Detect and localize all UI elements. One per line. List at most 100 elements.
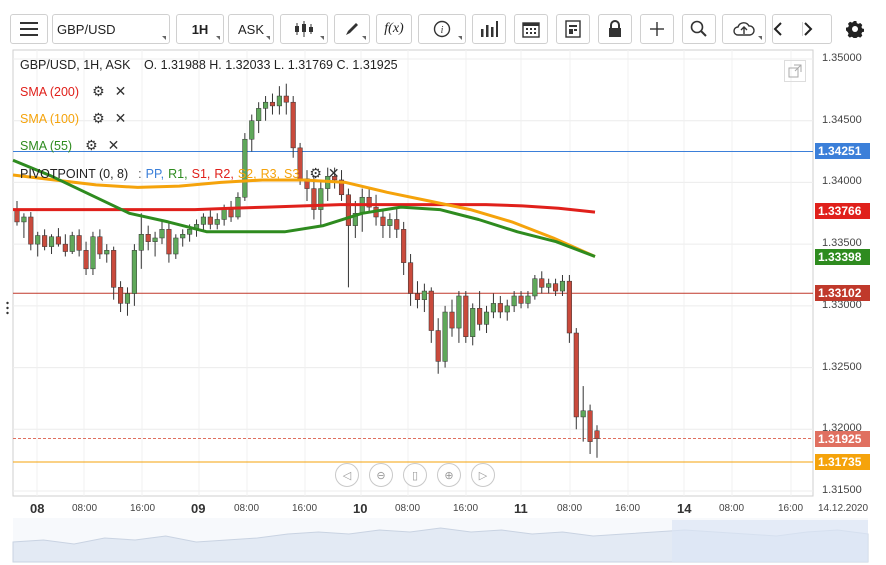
- dropdown-arrow-icon: [162, 36, 166, 40]
- cloud-button[interactable]: [722, 14, 766, 44]
- indicators-button[interactable]: f(x): [376, 14, 412, 44]
- candle-body: [111, 250, 117, 288]
- time-tick-label: 16:00: [615, 503, 641, 514]
- candle-body: [131, 250, 137, 294]
- dropdown-arrow-icon: [362, 36, 366, 40]
- crosshair-icon: [650, 22, 664, 36]
- candlestick-icon: [295, 21, 313, 37]
- calendar-button[interactable]: [514, 14, 548, 44]
- close-icon[interactable]: ✕: [328, 165, 340, 182]
- candle-body: [539, 278, 545, 288]
- day-label: 08: [30, 501, 45, 516]
- draw-tool-button[interactable]: [334, 14, 370, 44]
- candle-body: [290, 101, 296, 149]
- reset-view-button[interactable]: ▯: [403, 463, 427, 487]
- navigator-window[interactable]: [672, 520, 868, 562]
- candle-body: [21, 216, 27, 223]
- candle-body: [483, 311, 490, 325]
- candle-body: [269, 101, 276, 107]
- candle-body: [118, 287, 124, 304]
- menu-button[interactable]: [10, 14, 48, 44]
- day-label: 09: [191, 501, 206, 516]
- indicator-row-sma100[interactable]: SMA (100) ⚙ ✕: [20, 110, 126, 127]
- chart-type-button[interactable]: [280, 14, 328, 44]
- zoom-out-button[interactable]: ⊖: [369, 463, 393, 487]
- candle-body: [124, 293, 131, 304]
- hamburger-icon: [20, 22, 38, 36]
- price-tick-label: 1.34000: [822, 175, 862, 188]
- scroll-right-button[interactable]: [803, 22, 832, 36]
- price-tick-label: 1.34500: [822, 113, 862, 126]
- indicator-row-pivot[interactable]: PIVOTPOINT (0, 8) : PP, R1, S1, R2, S2, …: [20, 165, 340, 182]
- gear-icon[interactable]: ⚙: [92, 83, 105, 100]
- chevron-right-icon: [803, 22, 812, 36]
- candle-body: [511, 295, 517, 307]
- chevron-left-icon: [773, 22, 782, 36]
- candle-body: [256, 108, 262, 121]
- candle-body: [566, 280, 572, 334]
- candle-body: [587, 410, 593, 442]
- function-icon: f(x): [384, 21, 404, 36]
- candle-body: [559, 280, 566, 292]
- triangle-left-icon: ◁: [342, 469, 352, 482]
- gear-icon[interactable]: ⚙: [85, 137, 98, 154]
- volume-button[interactable]: [472, 14, 506, 44]
- time-tick-label: 08:00: [395, 503, 421, 514]
- crosshair-button[interactable]: [640, 14, 674, 44]
- candle-body: [76, 235, 82, 251]
- candle-body: [90, 236, 96, 270]
- candle-body: [580, 410, 586, 418]
- info-button[interactable]: i: [418, 14, 466, 44]
- price-tick-label: 1.31500: [822, 484, 862, 496]
- candle-body: [159, 229, 165, 239]
- symbol-selector[interactable]: GBP/USD: [52, 14, 170, 44]
- lock-button[interactable]: [598, 14, 632, 44]
- candle-body: [394, 219, 400, 230]
- scroll-back-button[interactable]: ◁: [335, 463, 359, 487]
- candle-body: [214, 219, 220, 225]
- settings-button[interactable]: [840, 14, 870, 44]
- document-icon: [565, 20, 581, 38]
- candle-body: [573, 332, 579, 418]
- price-chart[interactable]: [0, 46, 886, 565]
- indicator-label: PIVOTPOINT (0, 8): [20, 166, 129, 181]
- indicator-row-sma200[interactable]: SMA (200) ⚙ ✕: [20, 83, 126, 100]
- zoom-in-button[interactable]: ⊕: [437, 463, 461, 487]
- close-icon[interactable]: ✕: [108, 137, 120, 154]
- fullscreen-button[interactable]: [784, 60, 806, 82]
- gear-icon[interactable]: ⚙: [92, 110, 105, 127]
- candle-body: [200, 216, 206, 225]
- candle-body: [442, 311, 448, 362]
- pivot-r3: R3,: [260, 166, 281, 181]
- scroll-left-button[interactable]: [773, 22, 803, 36]
- candle-body: [463, 295, 469, 337]
- candle-body: [401, 229, 407, 263]
- candle-body: [408, 262, 414, 294]
- price-type-selector[interactable]: ASK: [228, 14, 274, 44]
- indicator-label: SMA (200): [20, 84, 80, 99]
- candle-body: [221, 209, 227, 220]
- dropdown-arrow-icon: [266, 36, 270, 40]
- candle-body: [35, 235, 41, 245]
- close-icon[interactable]: ✕: [115, 83, 127, 100]
- indicator-label: SMA (55): [20, 138, 73, 153]
- timeframe-selector[interactable]: 1H: [176, 14, 224, 44]
- resize-handle[interactable]: [6, 300, 9, 316]
- news-button[interactable]: [556, 14, 590, 44]
- candle-body: [166, 229, 172, 255]
- indicator-label: SMA (100): [20, 111, 80, 126]
- scroll-forward-button[interactable]: ▷: [471, 463, 495, 487]
- candle-body: [207, 216, 213, 225]
- candle-body: [504, 305, 510, 313]
- gear-icon[interactable]: ⚙: [309, 165, 322, 182]
- indicator-row-sma55[interactable]: SMA (55) ⚙ ✕: [20, 137, 119, 154]
- price-tag: 1.31735: [815, 453, 870, 470]
- candle-body: [414, 293, 421, 300]
- zoom-button[interactable]: [682, 14, 716, 44]
- navigation-buttons: [772, 14, 832, 44]
- magnifier-icon: [690, 20, 707, 37]
- sma200-line: [13, 203, 596, 214]
- candle-body: [62, 243, 68, 252]
- candle-body: [152, 237, 158, 242]
- close-icon[interactable]: ✕: [115, 110, 127, 127]
